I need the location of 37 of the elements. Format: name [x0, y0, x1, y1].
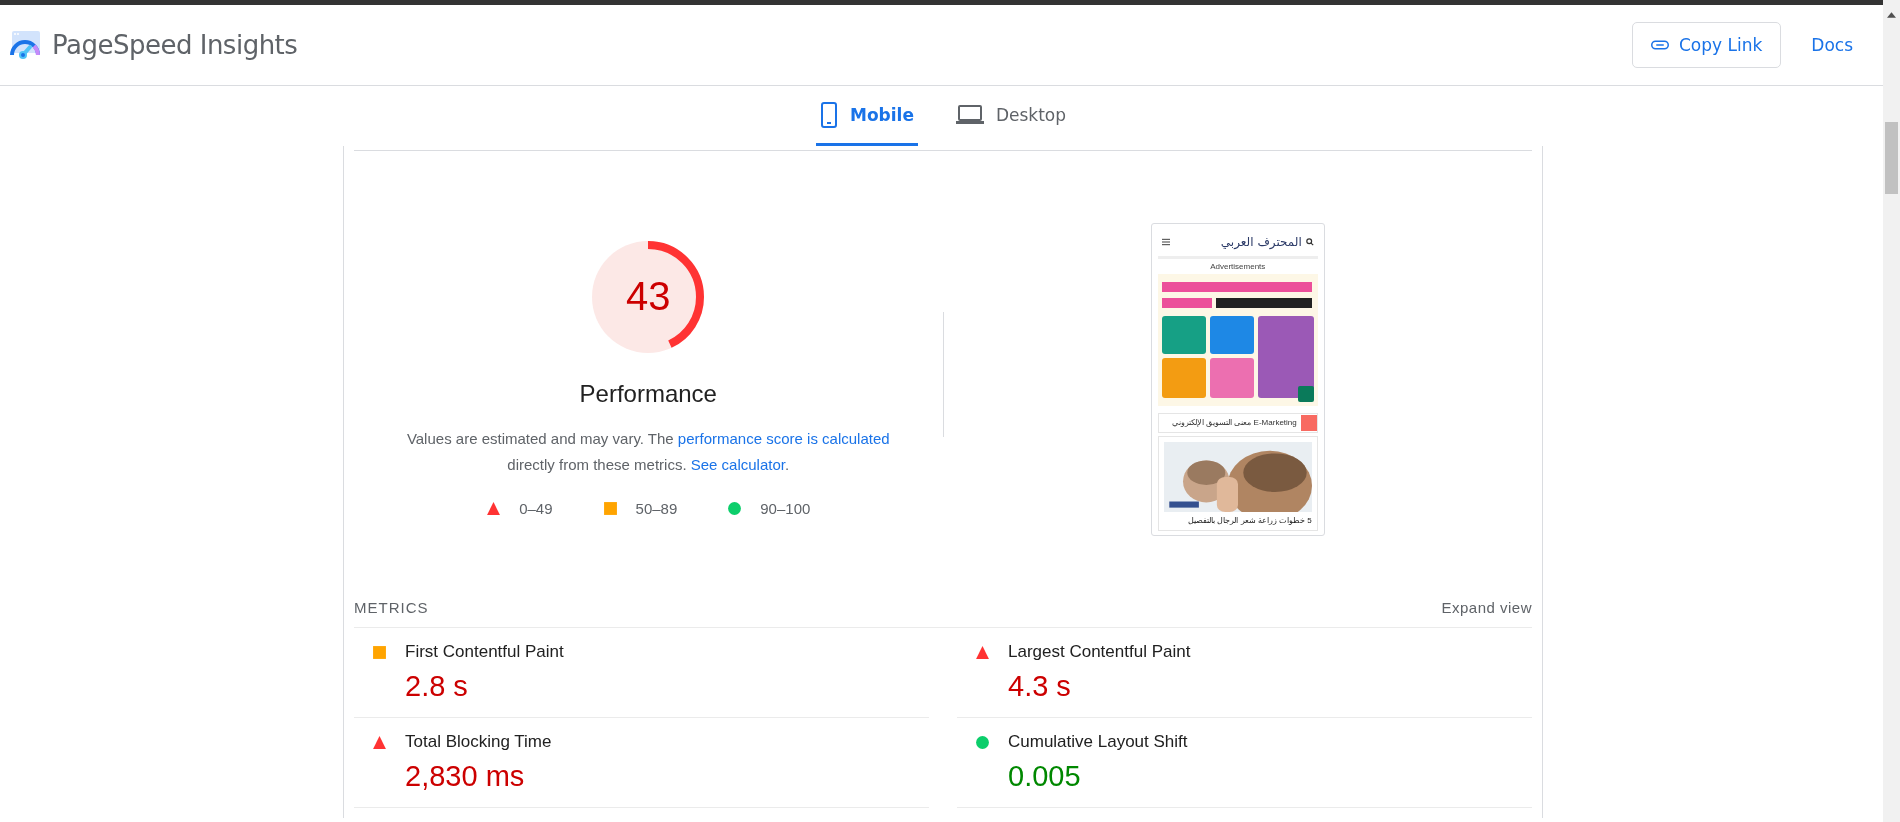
metric-value: 0.005 [1008, 760, 1082, 793]
score-calculated-link[interactable]: performance score is calculated [677, 429, 890, 447]
scrollbar[interactable] [1883, 0, 1900, 822]
device-tab[interactable]: Mobile [815, 86, 918, 146]
legend-range: 50–89 [635, 499, 678, 517]
app-title: PageSpeed Insights [52, 30, 298, 60]
legend-range: 0–49 [519, 499, 553, 517]
ad-label: Advertisements [1209, 261, 1267, 271]
scrollbar-thumb[interactable] [1885, 122, 1898, 194]
metric-label: Cumulative Layout Shift [1008, 732, 1188, 752]
menu-icon [1161, 237, 1170, 246]
search-icon [1305, 237, 1314, 246]
metric-value: 4.3 s [1008, 670, 1072, 703]
calculator-link[interactable]: See calculator [690, 455, 785, 473]
score-description: Values are estimated and may vary. The performance score is calculated directly from these metrics. See calculator. [406, 428, 890, 475]
gauge-logo-icon [10, 29, 42, 61]
legend-range: 90–100 [760, 499, 811, 517]
docs-link[interactable]: Docs [1811, 35, 1853, 55]
link-icon [1650, 40, 1669, 50]
metric-label: First Contentful Paint [405, 642, 564, 662]
metric-label: Total Blocking Time [405, 732, 552, 752]
category-title: Performance [579, 379, 717, 408]
ticker-text: معنى التسويق الإلكتروني E-Marketing [1170, 416, 1298, 429]
site-title: المحترف العربي [1220, 234, 1302, 249]
ticker-badge [1300, 414, 1317, 431]
copy-link-button[interactable]: Copy Link [1631, 22, 1782, 68]
expand-view-link[interactable]: Expand view [1441, 598, 1532, 616]
metrics-heading: METRICS [354, 598, 429, 616]
metric-value: 2.8 s [405, 670, 469, 703]
device-tab[interactable]: Desktop [951, 86, 1071, 146]
score-value: 43 [625, 273, 672, 319]
phone-icon [819, 100, 838, 129]
laptop-icon [955, 104, 984, 125]
metric-value: 2,830 ms [405, 760, 526, 793]
article-headline: 5 خطوات زراعة شعر الرجال بالتفصيل [1187, 515, 1312, 525]
metric-label: Largest Contentful Paint [1008, 642, 1191, 662]
scroll-up-icon[interactable] [1887, 12, 1896, 18]
